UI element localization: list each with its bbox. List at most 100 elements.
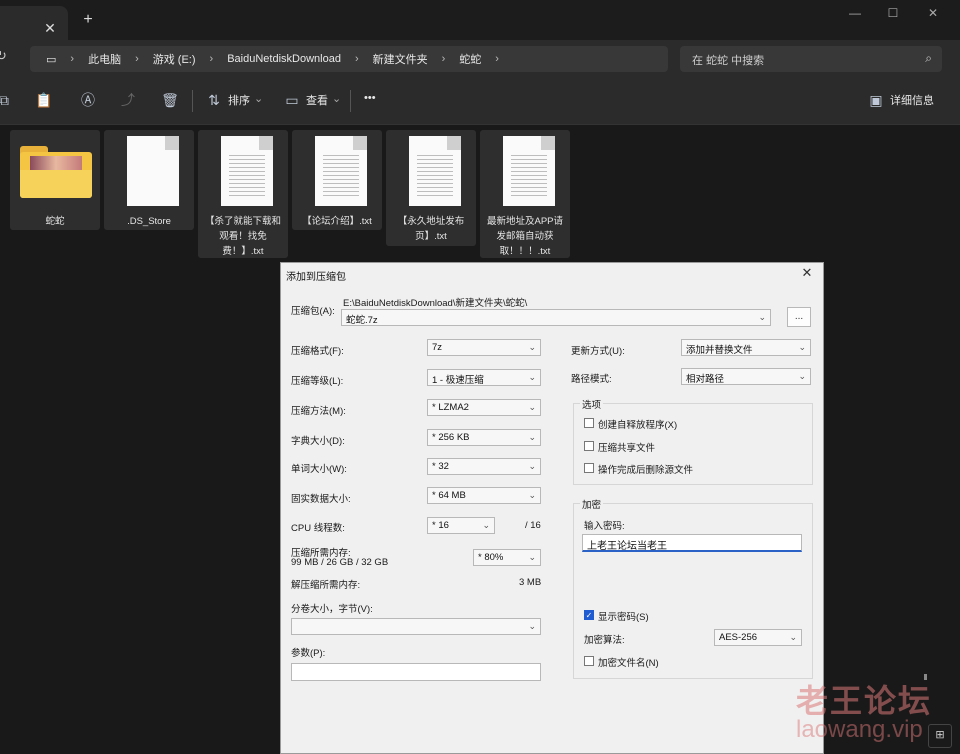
more-button[interactable]: ••• xyxy=(364,92,376,104)
cpu-label: CPU 线程数: xyxy=(291,523,345,534)
search-input[interactable]: 在 蛇蛇 中搜索 ⌕ xyxy=(680,46,942,72)
encryption-method-value: AES-256 xyxy=(719,632,758,643)
details-pane-icon[interactable]: ▣ xyxy=(866,90,886,110)
file-name: 【杀了就能下载和观看！找免费！】.txt xyxy=(204,216,281,257)
split-combo[interactable]: ⌄ xyxy=(291,618,541,635)
view-button[interactable]: 查看 xyxy=(306,92,328,108)
file-item[interactable]: 【杀了就能下载和观看！找免费！】.txt xyxy=(198,130,288,258)
file-item[interactable]: 最新地址及APP请发邮箱自动获取！！！.txt xyxy=(480,130,570,258)
word-value: * 32 xyxy=(432,461,449,472)
format-label: 压缩格式(F): xyxy=(291,346,344,357)
chevron-right-icon[interactable]: › xyxy=(349,53,365,65)
cpu-value: * 16 xyxy=(432,520,449,531)
archive-name-combo[interactable]: 蛇蛇.7z ⌄ xyxy=(341,309,771,326)
method-value: * LZMA2 xyxy=(432,402,469,413)
update-select[interactable]: 添加并替换文件 ⌄ xyxy=(681,339,811,356)
update-value: 添加并替换文件 xyxy=(686,345,753,356)
level-label: 压缩等级(L): xyxy=(291,376,344,387)
encryption-method-select[interactable]: AES-256 ⌄ xyxy=(714,629,802,646)
file-item[interactable]: .DS_Store xyxy=(104,130,194,230)
delete-after-label[interactable]: 操作完成后删除源文件 xyxy=(598,462,693,476)
sort-button[interactable]: 排序 xyxy=(228,92,250,108)
copy-icon[interactable]: ⧉ xyxy=(0,90,14,110)
chevron-down-icon: ⌄ xyxy=(528,372,536,382)
show-password-label[interactable]: 显示密码(S) xyxy=(598,609,649,623)
view-icon[interactable]: ▭ xyxy=(282,90,302,110)
file-icon xyxy=(127,136,179,206)
show-password-checkbox[interactable]: ✓ xyxy=(584,610,594,620)
chevron-right-icon[interactable]: › xyxy=(129,53,145,65)
delete-icon[interactable]: 🗑 xyxy=(160,90,180,110)
encrypt-names-checkbox[interactable] xyxy=(584,656,594,666)
shared-checkbox[interactable] xyxy=(584,441,594,451)
window-close-icon[interactable]: ✕ xyxy=(916,2,950,24)
dict-select[interactable]: * 256 KB ⌄ xyxy=(427,429,541,446)
breadcrumb-item[interactable]: BaiduNetdiskDownload xyxy=(219,53,349,65)
file-item[interactable]: 【论坛介绍】.txt xyxy=(292,130,382,230)
breadcrumb-item[interactable]: 新建文件夹 xyxy=(365,51,436,67)
delete-after-checkbox[interactable] xyxy=(584,463,594,473)
details-button[interactable]: 详细信息 xyxy=(890,92,934,108)
split-label: 分卷大小，字节(V): xyxy=(291,604,373,615)
close-icon[interactable]: ✕ xyxy=(799,265,815,281)
method-select[interactable]: * LZMA2 ⌄ xyxy=(427,399,541,416)
sort-icon[interactable]: ⇅ xyxy=(204,90,224,110)
format-select[interactable]: 7z ⌄ xyxy=(427,339,541,356)
pc-icon[interactable]: ▭ xyxy=(38,53,64,66)
memory-select[interactable]: * 80% ⌄ xyxy=(473,549,541,566)
cpu-select[interactable]: * 16 ⌄ xyxy=(427,517,495,534)
breadcrumb-item[interactable]: 蛇蛇 xyxy=(451,51,489,67)
tab-close-icon[interactable]: ✕ xyxy=(40,18,60,38)
archive-name-value: 蛇蛇.7z xyxy=(346,315,378,326)
maximize-icon[interactable]: ☐ xyxy=(876,2,910,24)
title-bar: ✕ + — ☐ ✕ xyxy=(0,0,960,40)
chevron-right-icon[interactable]: › xyxy=(436,53,452,65)
params-input[interactable] xyxy=(291,663,541,681)
chevron-down-icon: ⌄ xyxy=(528,490,536,500)
chevron-down-icon[interactable]: ⌄ xyxy=(332,92,341,105)
explorer-tab[interactable]: ✕ xyxy=(0,6,68,40)
file-item[interactable]: 【永久地址发布页】.txt xyxy=(386,130,476,246)
chevron-right-icon[interactable]: › xyxy=(489,53,505,65)
encrypt-names-label[interactable]: 加密文件名(N) xyxy=(598,655,659,669)
dict-value: * 256 KB xyxy=(432,432,470,443)
file-name: .DS_Store xyxy=(127,216,171,227)
shared-label[interactable]: 压缩共享文件 xyxy=(598,440,655,454)
sfx-label[interactable]: 创建自释放程序(X) xyxy=(598,417,677,431)
new-tab-icon[interactable]: + xyxy=(78,10,98,30)
format-value: 7z xyxy=(432,342,443,353)
decompress-memory-value: 3 MB xyxy=(519,577,542,588)
text-file-icon xyxy=(503,136,555,206)
breadcrumb-item[interactable]: 游戏 (E:) xyxy=(145,51,204,67)
word-select[interactable]: * 32 ⌄ xyxy=(427,458,541,475)
update-label: 更新方式(U): xyxy=(571,346,625,357)
file-name: 最新地址及APP请发邮箱自动获取！！！.txt xyxy=(486,216,563,257)
chevron-down-icon[interactable]: ⌄ xyxy=(254,92,263,105)
file-item[interactable]: 蛇蛇 xyxy=(10,130,100,230)
chevron-right-icon[interactable]: › xyxy=(204,53,220,65)
paste-icon[interactable]: 📋 xyxy=(34,90,54,110)
search-icon[interactable]: ⌕ xyxy=(925,51,932,66)
refresh-icon[interactable]: ↻ xyxy=(0,48,12,66)
breadcrumb-item[interactable]: 此电脑 xyxy=(80,51,129,67)
sfx-checkbox[interactable] xyxy=(584,418,594,428)
level-select[interactable]: 1 - 极速压缩 ⌄ xyxy=(427,369,541,386)
minimize-icon[interactable]: — xyxy=(838,2,872,24)
rename-icon[interactable]: Ⓐ xyxy=(78,90,98,110)
path-mode-select[interactable]: 相对路径 ⌄ xyxy=(681,368,811,385)
decompress-memory-label: 解压缩所需内存: xyxy=(291,580,361,591)
file-name: 蛇蛇 xyxy=(45,216,65,227)
chevron-right-icon[interactable]: › xyxy=(64,53,80,65)
solid-select[interactable]: * 64 MB ⌄ xyxy=(427,487,541,504)
folder-icon xyxy=(20,146,92,198)
command-bar: ⧉ 📋 Ⓐ ⤴ 🗑 ⇅ 排序 ⌄ ▭ 查看 ⌄ ••• ▣ 详细信息 xyxy=(0,76,960,125)
password-input[interactable]: 上老王论坛当老王 xyxy=(582,534,802,552)
resize-grip-icon[interactable]: ⊞ xyxy=(928,724,952,748)
options-title: 选项 xyxy=(580,397,604,411)
path-mode-label: 路径模式: xyxy=(571,374,612,385)
share-icon[interactable]: ⤴ xyxy=(118,90,138,110)
browse-button[interactable]: ... xyxy=(787,307,811,327)
method-label: 压缩方法(M): xyxy=(291,406,346,417)
address-bar[interactable]: ▭ › 此电脑 › 游戏 (E:) › BaiduNetdiskDownload… xyxy=(30,46,668,72)
chevron-down-icon: ⌄ xyxy=(528,621,536,631)
